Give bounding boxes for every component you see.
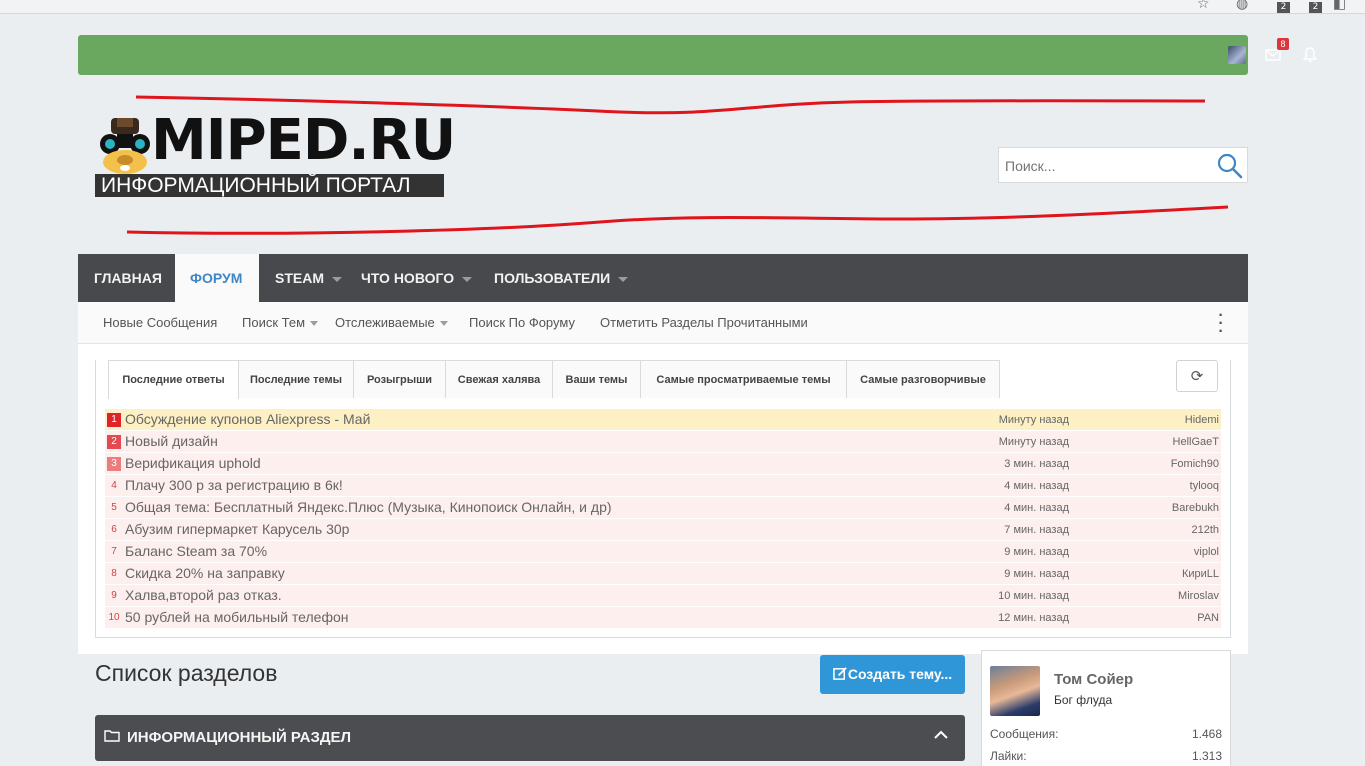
- thread-list: 1 Обсуждение купонов Aliexpress - Май Мину…: [105, 409, 1221, 629]
- brand-tagline: ИНФОРМАЦИОННЫЙ ПОРТАЛ: [95, 174, 444, 197]
- main-nav: ГЛАВНАЯ ФОРУМ STEAM ЧТО НОВОГО ПОЛЬЗОВАТ…: [78, 254, 1248, 302]
- tab-most-talkative[interactable]: Самые разговорчивые: [846, 360, 1000, 398]
- thread-time: 12 мин. назад: [998, 612, 1069, 624]
- nav-tab-steam[interactable]: STEAM: [259, 254, 358, 302]
- thread-user-link[interactable]: Barebukh: [1172, 502, 1219, 514]
- search-input[interactable]: [1005, 156, 1205, 176]
- thread-title-link[interactable]: Баланс Steam за 70%: [125, 543, 267, 559]
- section-title: ИНФОРМАЦИОННЫЙ РАЗДЕЛ: [127, 729, 352, 746]
- thread-title-link[interactable]: 50 рублей на мобильный телефон: [125, 609, 349, 625]
- tab-latest-replies[interactable]: Последние ответы: [108, 360, 239, 399]
- thread-user-link[interactable]: Fomich90: [1171, 458, 1219, 470]
- subnav-watched[interactable]: Отслеживаемые: [335, 315, 448, 330]
- thread-time: Минуту назад: [998, 436, 1069, 448]
- rank-badge: 6: [111, 524, 117, 535]
- nav-tab-home[interactable]: ГЛАВНАЯ: [78, 254, 178, 302]
- thread-time: 7 мин. назад: [1004, 524, 1069, 536]
- table-row: 7 Баланс Steam за 70% 9 мин. назад viplol: [105, 541, 1221, 563]
- nav-tab-users[interactable]: ПОЛЬЗОВАТЕЛИ: [478, 254, 644, 302]
- mascot-icon: [100, 118, 150, 174]
- thread-user-link[interactable]: viplol: [1194, 546, 1219, 558]
- thread-user-link[interactable]: 212th: [1191, 524, 1219, 536]
- edit-icon: [833, 667, 847, 680]
- thread-user-link[interactable]: HellGaeT: [1173, 436, 1219, 448]
- thread-time: 3 мин. назад: [1004, 458, 1069, 470]
- subnav-search-forum[interactable]: Поиск По Форуму: [469, 315, 575, 330]
- table-row: 10 50 рублей на мобильный телефон 12 мин. …: [105, 607, 1221, 629]
- search-icon[interactable]: [1216, 152, 1244, 180]
- thread-title-link[interactable]: Абузим гипермаркет Карусель 30р: [125, 521, 349, 537]
- table-row: 4 Плачу 300 р за регистрацию в 6к! 4 мин. …: [105, 475, 1221, 497]
- more-menu-icon[interactable]: · · ·: [1218, 308, 1224, 340]
- rank-badge: 10: [108, 612, 120, 623]
- subnav-mark-read[interactable]: Отметить Разделы Прочитанными: [600, 315, 808, 330]
- stat-messages: Сообщения: 1.468: [990, 727, 1222, 741]
- nav-tab-whats-new[interactable]: ЧТО НОВОГО: [345, 254, 488, 302]
- profile-card: Том Сойер Бог флуда Сообщения: 1.468 Лайк…: [981, 650, 1231, 766]
- table-row: 8 Скидка 20% на заправку 9 мин. назад КириL…: [105, 563, 1221, 585]
- thread-time: 4 мин. назад: [1004, 502, 1069, 514]
- thread-time: 4 мин. назад: [1004, 480, 1069, 492]
- chevron-down-icon: [618, 276, 629, 282]
- rank-badge: 2: [107, 435, 121, 449]
- thread-title-link[interactable]: Обсуждение купонов Aliexpress - Май: [125, 411, 370, 427]
- thread-title-link[interactable]: Верификация uphold: [125, 455, 261, 471]
- rank-badge: 8: [111, 568, 117, 579]
- profile-name[interactable]: Том Сойер: [1054, 671, 1133, 688]
- chevron-up-icon[interactable]: [933, 727, 949, 743]
- table-row: 5 Общая тема: Бесплатный Яндекс.Плюс (Муз…: [105, 497, 1221, 519]
- profile-rank: Бог флуда: [1054, 693, 1113, 707]
- chevron-down-icon: [310, 321, 319, 327]
- refresh-icon: ⟳: [1190, 367, 1204, 385]
- chevron-down-icon: [462, 276, 473, 282]
- table-row: 2 Новый дизайн Минуту назад HellGaeT: [105, 431, 1221, 453]
- rank-badge: 7: [111, 546, 117, 557]
- table-row: 9 Халва,второй раз отказ. 10 мин. назад Mir…: [105, 585, 1221, 607]
- thread-title-link[interactable]: Плачу 300 р за регистрацию в 6к!: [125, 477, 343, 493]
- avatar[interactable]: [990, 666, 1040, 716]
- table-row: 1 Обсуждение купонов Aliexpress - Май Мину…: [105, 409, 1221, 431]
- chevron-down-icon: [439, 321, 448, 327]
- thread-user-link[interactable]: PAN: [1197, 612, 1219, 624]
- subnav-new-posts[interactable]: Новые Сообщения: [103, 315, 217, 330]
- create-thread-button[interactable]: Создать тему...: [820, 655, 965, 694]
- rank-badge: 3: [107, 457, 121, 471]
- thread-time: Минуту назад: [998, 414, 1069, 426]
- thread-time: 9 мин. назад: [1004, 546, 1069, 558]
- thread-title-link[interactable]: Халва,второй раз отказ.: [125, 587, 282, 603]
- thread-user-link[interactable]: КириLL: [1182, 568, 1219, 580]
- stat-likes: Лайки: 1.313: [990, 749, 1222, 763]
- thread-user-link[interactable]: tylooq: [1190, 480, 1219, 492]
- rank-badge: 9: [111, 590, 117, 601]
- tab-latest-threads[interactable]: Последние темы: [238, 360, 354, 398]
- brand-name: MIPED.RU: [151, 108, 456, 173]
- thread-title-link[interactable]: Общая тема: Бесплатный Яндекс.Плюс (Музы…: [125, 499, 612, 515]
- table-row: 3 Верификация uphold 3 мин. назад Fomich90: [105, 453, 1221, 475]
- thread-user-link[interactable]: Miroslav: [1178, 590, 1219, 602]
- rank-badge: 5: [111, 502, 117, 513]
- nav-tab-forum[interactable]: ФОРУМ: [175, 254, 259, 302]
- thread-time: 9 мин. назад: [1004, 568, 1069, 580]
- tab-most-viewed[interactable]: Самые просматриваемые темы: [640, 360, 847, 398]
- rank-badge: 1: [107, 413, 121, 427]
- tab-freebies[interactable]: Свежая халява: [445, 360, 553, 398]
- folder-icon: [104, 730, 120, 742]
- table-row: 6 Абузим гипермаркет Карусель 30р 7 мин. н…: [105, 519, 1221, 541]
- thread-title-link[interactable]: Новый дизайн: [125, 433, 218, 449]
- rank-badge: 4: [111, 480, 117, 491]
- section-header[interactable]: ИНФОРМАЦИОННЫЙ РАЗДЕЛ: [95, 715, 965, 761]
- tab-your-threads[interactable]: Ваши темы: [552, 360, 641, 398]
- chevron-down-icon: [332, 276, 342, 282]
- site-logo[interactable]: MIPED.RU ИНФОРМАЦИОННЫЙ ПОРТАЛ: [95, 108, 456, 200]
- thread-user-link[interactable]: Hidemi: [1185, 414, 1219, 426]
- sub-nav: Новые Сообщения Поиск Тем Отслеживаемые …: [78, 302, 1248, 344]
- tab-giveaways[interactable]: Розыгрыши: [353, 360, 446, 398]
- thread-title-link[interactable]: Скидка 20% на заправку: [125, 565, 285, 581]
- search-box: [998, 147, 1248, 183]
- thread-time: 10 мин. назад: [998, 590, 1069, 602]
- refresh-button[interactable]: ⟳: [1176, 360, 1218, 392]
- subnav-search-threads[interactable]: Поиск Тем: [242, 315, 319, 330]
- page-title: Список разделов: [95, 660, 278, 686]
